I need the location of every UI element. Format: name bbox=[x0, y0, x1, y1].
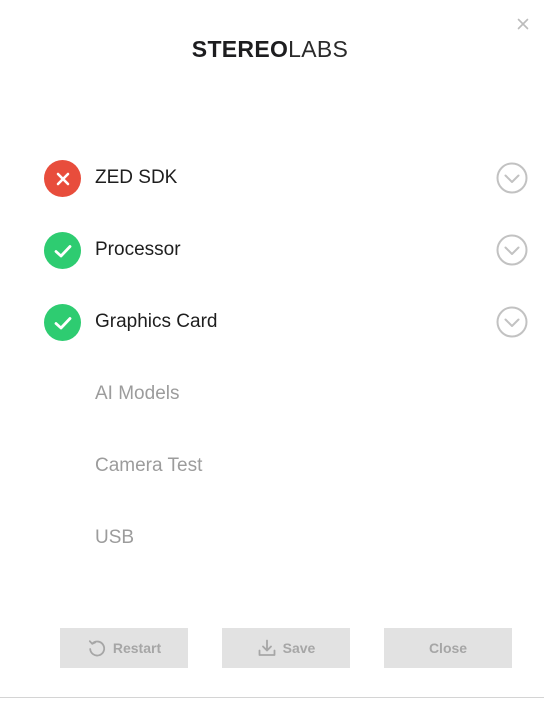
expand-toggle-processor[interactable] bbox=[496, 234, 528, 266]
close-button[interactable]: Close bbox=[384, 628, 512, 668]
logo-part-light: LABS bbox=[288, 36, 349, 62]
check-label-ai-models: AI Models bbox=[95, 383, 180, 404]
status-pass-badge bbox=[44, 304, 81, 341]
close-button-label: Close bbox=[428, 640, 468, 656]
chevron-down-icon bbox=[496, 306, 528, 338]
save-button-label: Save bbox=[282, 640, 316, 656]
check-row-ai-models: AI Models bbox=[0, 374, 544, 414]
check-label-camera-test: Camera Test bbox=[95, 455, 203, 476]
check-row-processor: Processor bbox=[0, 230, 544, 270]
save-button[interactable]: Save bbox=[222, 628, 350, 668]
check-label-graphics-card: Graphics Card bbox=[95, 311, 218, 332]
check-row-camera-test: Camera Test bbox=[0, 446, 544, 486]
expand-toggle-zed-sdk[interactable] bbox=[496, 162, 528, 194]
logo-part-bold: STEREO bbox=[191, 36, 289, 62]
restart-button[interactable]: Restart bbox=[60, 628, 188, 668]
chevron-down-icon bbox=[496, 234, 528, 266]
check-label-processor: Processor bbox=[95, 239, 181, 260]
download-icon bbox=[258, 639, 276, 656]
stereolabs-logo: STEREOLABS bbox=[0, 34, 540, 64]
check-row-zed-sdk: ZED SDK bbox=[0, 158, 544, 198]
chevron-down-icon bbox=[496, 162, 528, 194]
cross-icon bbox=[56, 172, 69, 185]
close-icon bbox=[517, 18, 529, 30]
check-row-graphics-card: Graphics Card bbox=[0, 302, 544, 342]
restart-button-label: Restart bbox=[112, 640, 162, 656]
status-fail-badge bbox=[44, 160, 81, 197]
status-pass-badge bbox=[44, 232, 81, 269]
check-label-zed-sdk: ZED SDK bbox=[95, 167, 178, 188]
check-label-usb: USB bbox=[95, 527, 135, 548]
check-row-usb: USB bbox=[0, 518, 544, 558]
expand-toggle-graphics-card[interactable] bbox=[496, 306, 528, 338]
restart-icon bbox=[88, 640, 105, 657]
window-close-button[interactable] bbox=[512, 13, 534, 35]
check-icon bbox=[54, 244, 71, 257]
check-icon bbox=[54, 316, 71, 329]
bottom-divider bbox=[0, 697, 544, 698]
